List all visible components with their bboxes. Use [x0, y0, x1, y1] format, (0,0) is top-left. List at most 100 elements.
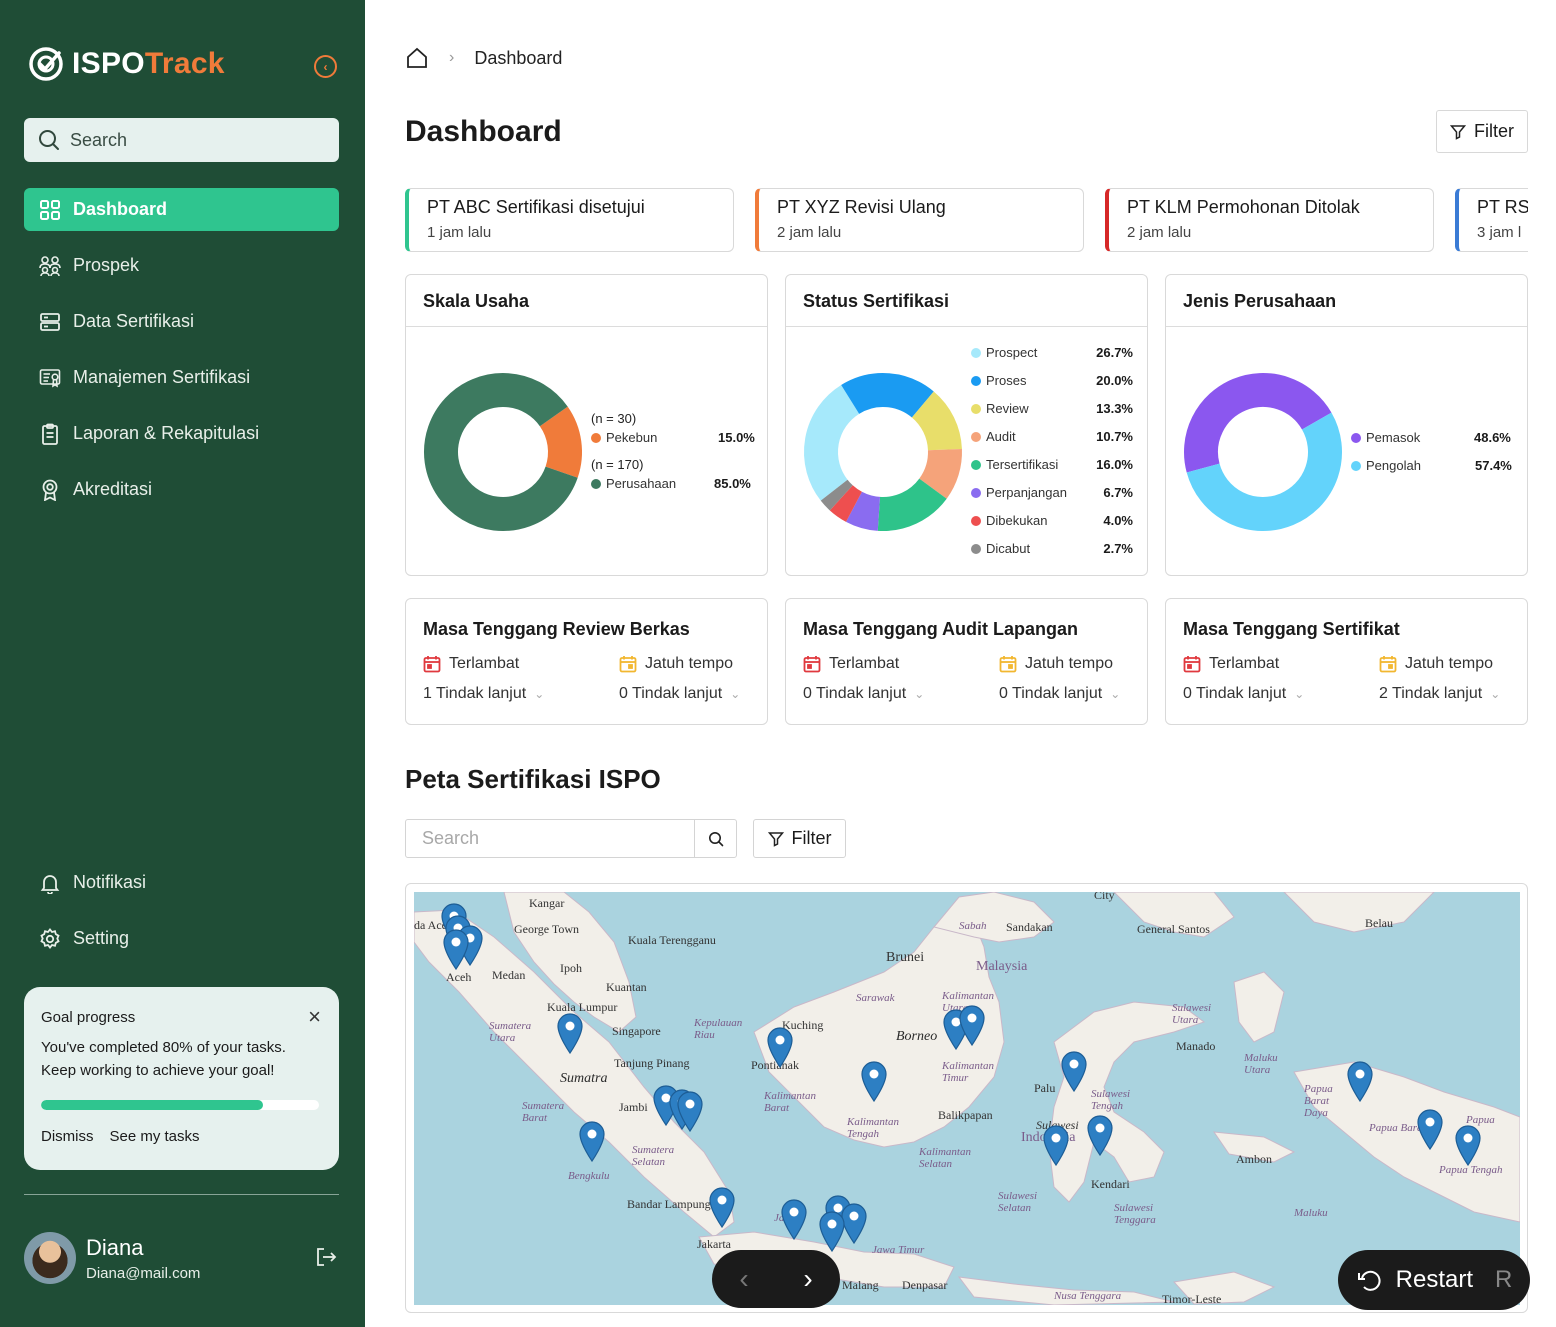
legend-percent: 10.7%	[1096, 429, 1133, 444]
see-my-tasks-button[interactable]: See my tasks	[110, 1128, 200, 1145]
legend-dot	[591, 478, 601, 489]
legend-percent: 13.3%	[1096, 401, 1133, 416]
donut-slice	[841, 373, 934, 419]
notice-card[interactable]: PT ABC Sertifikasi disetujui 1 jam lalu	[405, 188, 734, 252]
filter-icon	[1450, 124, 1466, 140]
main-content: › Dashboard Dashboard Filter PT ABC Sert…	[365, 0, 1556, 1327]
sidebar-item-data-sertifikasi[interactable]: Data Sertifikasi	[24, 300, 339, 343]
map-label: Balikpapan	[938, 1108, 993, 1122]
goal-progress-bar	[41, 1100, 319, 1110]
notice-card[interactable]: PT KLM Permohonan Ditolak 2 jam lalu	[1105, 188, 1434, 252]
legend-item: Tersertifikasi	[971, 457, 1058, 472]
map-pin-icon[interactable]	[578, 1120, 606, 1162]
prev-button[interactable]: ‹	[739, 1263, 748, 1295]
notice-card[interactable]: PT RST 3 jam l	[1455, 188, 1528, 252]
due-dropdown[interactable]: 0 Tindak lanjut ⌄	[999, 685, 1120, 703]
collapse-sidebar-button[interactable]: ‹	[314, 55, 337, 78]
map-label: Sumatera Selatan	[632, 1144, 675, 1168]
restart-button[interactable]: Restart R	[1338, 1250, 1530, 1310]
card-title: Jenis Perusahaan	[1166, 275, 1527, 327]
sidebar-item-notifikasi[interactable]: Notifikasi	[24, 861, 339, 904]
map-pin-icon[interactable]	[1454, 1124, 1482, 1166]
map-label: Kangar	[529, 896, 565, 910]
sidebar-item-dashboard[interactable]: Dashboard	[24, 188, 339, 231]
map-pin-icon[interactable]	[1060, 1050, 1088, 1092]
map-label: Ipoh	[560, 961, 582, 975]
home-icon[interactable]	[405, 46, 429, 70]
status-sertifikasi-donut	[804, 373, 962, 531]
sidebar-search[interactable]	[24, 118, 339, 162]
map-search-button[interactable]	[694, 820, 736, 857]
late-label: Terlambat	[829, 655, 900, 672]
map-pin-icon[interactable]	[766, 1026, 794, 1068]
map-pin-icon[interactable]	[958, 1004, 986, 1046]
legend-item: Prospect	[971, 345, 1037, 360]
map-pin-icon[interactable]	[442, 928, 470, 970]
goal-progress-fill	[41, 1100, 264, 1110]
late-dropdown[interactable]: 0 Tindak lanjut ⌄	[1183, 685, 1304, 703]
due-dropdown[interactable]: 0 Tindak lanjut ⌄	[619, 685, 740, 703]
map-label: Kalimantan Selatan	[919, 1146, 971, 1170]
map-pin-icon[interactable]	[780, 1198, 808, 1240]
logout-icon[interactable]	[315, 1246, 337, 1268]
chevron-right-icon: ›	[449, 49, 455, 66]
map-search-input[interactable]	[406, 820, 694, 857]
map-label: Sulawesi Tenggara	[1114, 1202, 1156, 1226]
filter-button[interactable]: Filter	[1436, 110, 1528, 153]
map-pin-icon[interactable]	[708, 1186, 736, 1228]
sidebar-item-setting[interactable]: Setting	[24, 917, 339, 960]
user-profile[interactable]: Diana Diana@mail.com	[24, 1232, 200, 1284]
map-label: Medan	[492, 968, 526, 982]
map-pin-icon[interactable]	[860, 1060, 888, 1102]
notice-card[interactable]: PT XYZ Revisi Ulang 2 jam lalu	[755, 188, 1084, 252]
late-dropdown[interactable]: 1 Tindak lanjut ⌄	[423, 685, 544, 703]
legend-label: Audit	[986, 429, 1016, 444]
map-label: Malang	[842, 1278, 879, 1292]
map-pin-icon[interactable]	[1086, 1114, 1114, 1156]
legend-item: Audit	[971, 429, 1016, 444]
notification-strip: PT ABC Sertifikasi disetujui 1 jam lalu …	[405, 188, 1528, 252]
skala-usaha-card: Skala Usaha (n = 30) Pekebun 15.0% (n = …	[405, 274, 768, 576]
clipboard-icon	[42, 423, 58, 445]
dismiss-button[interactable]: Dismiss	[41, 1128, 94, 1145]
search-icon	[39, 130, 59, 150]
map-label: Kepulauan Riau	[694, 1017, 743, 1041]
next-button[interactable]: ›	[803, 1263, 812, 1295]
legend-label: Tersertifikasi	[986, 457, 1059, 472]
map-label: Kendari	[1091, 1177, 1130, 1191]
map-pin-icon[interactable]	[1042, 1124, 1070, 1166]
chevron-down-icon: ⌄	[914, 687, 925, 701]
map-label: Kalimantan Timur	[942, 1060, 994, 1084]
sidebar-item-manajemen-sertifikasi[interactable]: Manajemen Sertifikasi	[24, 356, 339, 399]
map-pin-icon[interactable]	[1416, 1108, 1444, 1150]
due-label: Jatuh tempo	[1025, 655, 1114, 672]
app-logo[interactable]: ISPOTrack	[28, 46, 225, 82]
card-title: Status Sertifikasi	[786, 275, 1147, 327]
sidebar-item-laporan[interactable]: Laporan & Rekapitulasi	[24, 412, 339, 455]
map-label: George Town	[514, 922, 580, 936]
map-label: Tanjung Pinang	[614, 1056, 690, 1070]
gear-icon	[40, 927, 60, 949]
legend-percent: 6.7%	[1103, 485, 1133, 500]
filter-icon	[767, 831, 784, 847]
late-dropdown[interactable]: 0 Tindak lanjut ⌄	[803, 685, 924, 703]
map-label: Singapore	[612, 1024, 661, 1038]
map-pin-icon[interactable]	[1346, 1060, 1374, 1102]
sidebar-bottom-nav: Notifikasi Setting	[24, 861, 339, 973]
sidebar-item-akreditasi[interactable]: Akreditasi	[24, 468, 339, 511]
map-label: City	[1094, 892, 1115, 902]
page-title: Dashboard	[405, 115, 562, 148]
map-label: Aceh	[446, 970, 472, 984]
map-filter-button[interactable]: Filter	[753, 819, 846, 858]
filter-label: Filter	[791, 828, 832, 848]
sidebar-search-input[interactable]	[70, 129, 310, 151]
sidebar-item-prospek[interactable]: Prospek	[24, 244, 339, 287]
legend-label: Dibekukan	[986, 513, 1048, 528]
map-canvas[interactable]: Kangar da Aceh George Town Kuala Terengg…	[414, 892, 1520, 1305]
map-pin-icon[interactable]	[818, 1210, 846, 1252]
sidebar-item-label: Data Sertifikasi	[73, 311, 195, 331]
map-pin-icon[interactable]	[676, 1090, 704, 1132]
map-pin-icon[interactable]	[556, 1012, 584, 1054]
close-icon[interactable]: ×	[308, 1006, 321, 1028]
due-dropdown[interactable]: 2 Tindak lanjut ⌄	[1379, 685, 1500, 703]
